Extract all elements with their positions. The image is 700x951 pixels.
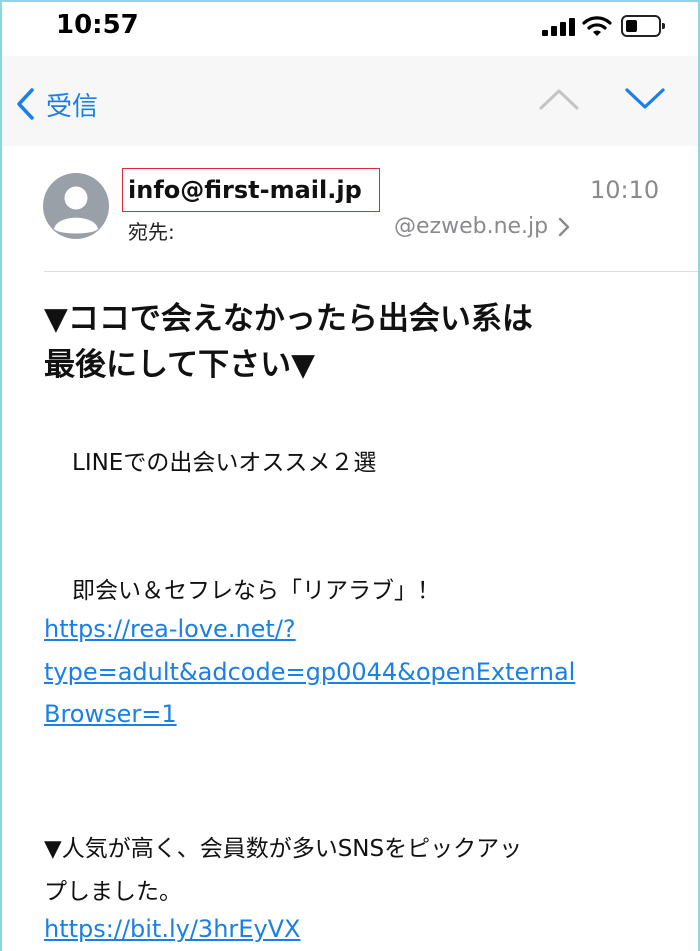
sender-address[interactable]: info@first-mail.jp: [128, 176, 362, 204]
back-chevron-icon: [17, 88, 34, 120]
back-label: 受信: [46, 91, 99, 122]
received-time: 10:10: [590, 176, 660, 204]
item2-text-line1: ▼人気が高く、会員数が多いSNSをピックアッ: [44, 836, 523, 862]
battery-icon: [621, 15, 665, 37]
item2-text-line2: プしました。: [44, 879, 182, 905]
nav-bar: 受信: [0, 56, 700, 146]
message-subject: ▼ココで会えなかったら出会い系は 最後にして下さい▼: [44, 296, 664, 388]
header-divider: [44, 271, 700, 272]
wifi-icon: [582, 16, 612, 36]
chevron-right-icon: [558, 217, 570, 236]
subject-line-2: 最後にして下さい▼: [44, 347, 315, 383]
item2-link[interactable]: https://bit.ly/3hrEyVX: [44, 915, 301, 943]
item1-link-line2[interactable]: type=adult&adcode=gp0044&openExternal: [44, 658, 575, 686]
cellular-signal-icon: [542, 18, 576, 36]
sender-highlight-box: info@first-mail.jp: [122, 168, 380, 212]
item1-link-line1[interactable]: https://rea-love.net/?: [44, 615, 296, 643]
item1-text: 即会い＆セフレなら「リアラブ」！: [72, 578, 440, 604]
recipient-address[interactable]: @ezweb.ne.jp: [394, 214, 570, 239]
intro-text: LINEでの出会いオススメ２選: [72, 450, 377, 476]
subject-line-1: ▼ココで会えなかったら出会い系は: [44, 301, 533, 337]
status-bar: 10:57: [0, 0, 700, 56]
chevron-up-icon[interactable]: [538, 86, 580, 112]
status-time: 10:57: [56, 10, 139, 40]
recipient-address-text: @ezweb.ne.jp: [394, 214, 549, 239]
back-button[interactable]: 受信: [14, 84, 98, 124]
message-header: info@first-mail.jp 10:10 宛先: @ezweb.ne.j…: [0, 146, 700, 272]
item1-link-line3[interactable]: Browser=1: [44, 700, 177, 728]
chevron-down-icon[interactable]: [624, 86, 666, 112]
to-label: 宛先:: [128, 220, 175, 244]
avatar-icon[interactable]: [43, 173, 109, 239]
